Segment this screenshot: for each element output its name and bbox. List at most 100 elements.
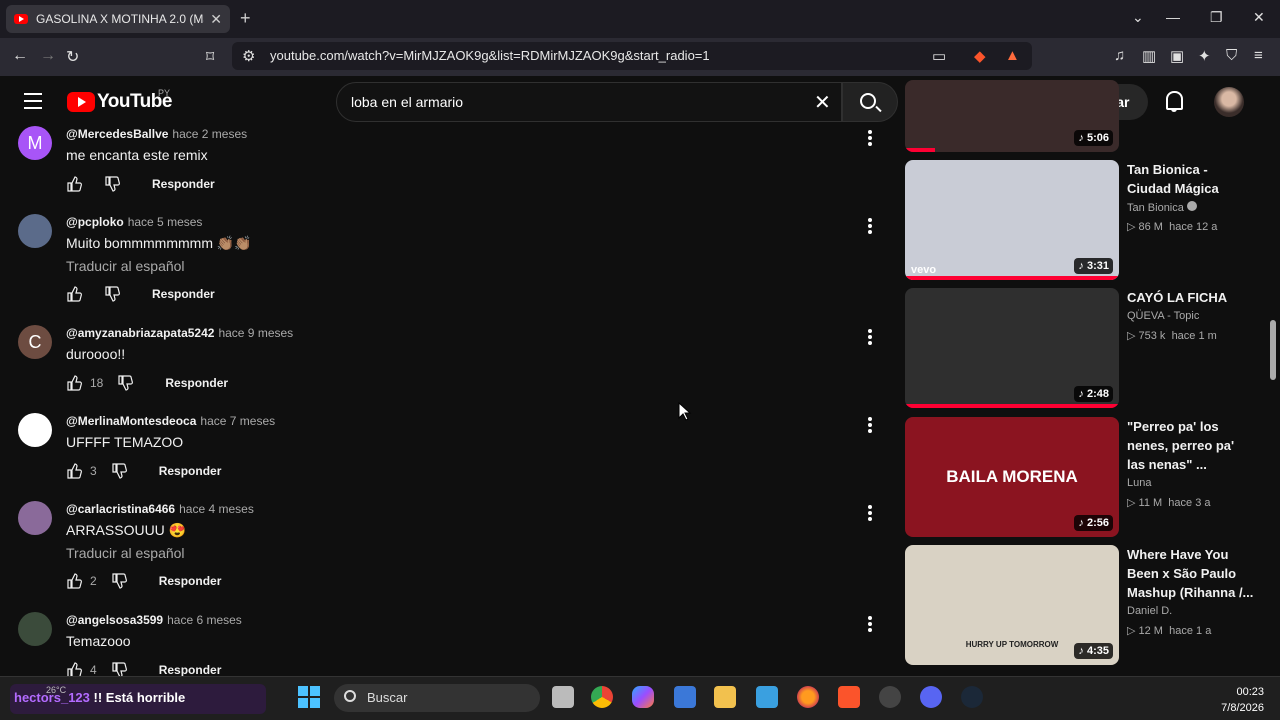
dislike-icon[interactable] (111, 573, 127, 589)
reply-button[interactable]: Responder (159, 574, 222, 588)
menu-icon[interactable]: ≡ (1254, 47, 1263, 64)
related-video-item[interactable]: HURRY UP TOMORROW ♪ 4:35 Where Have You … (905, 545, 1265, 665)
comment-options-icon[interactable] (868, 329, 872, 347)
reply-button[interactable]: Responder (159, 663, 222, 677)
search-button[interactable] (842, 82, 898, 122)
video-thumbnail[interactable]: vevo ♪ 3:31 (905, 160, 1119, 280)
related-video-item[interactable]: ♪ 2:48 CAYÓ LA FICHA QÜEVA - Topic ▷ 753… (905, 288, 1265, 408)
commenter-avatar[interactable] (18, 413, 52, 447)
comment-time[interactable]: hace 6 meses (167, 613, 242, 627)
author-handle[interactable]: @pcploko (66, 215, 124, 229)
brave-rewards-icon[interactable]: ▲ (1005, 47, 1020, 64)
comment-time[interactable]: hace 5 meses (128, 215, 203, 229)
task-view-icon[interactable] (552, 686, 574, 708)
comment-author[interactable]: @amyzanabriazapata5242 hace 9 meses (66, 326, 293, 340)
video-thumbnail[interactable]: HURRY UP TOMORROW ♪ 4:35 (905, 545, 1119, 665)
new-tab-icon[interactable]: + (240, 8, 251, 29)
commenter-avatar[interactable]: M (18, 126, 52, 160)
calculator-icon[interactable] (674, 686, 696, 708)
like-icon[interactable] (66, 286, 82, 302)
commenter-avatar[interactable] (18, 612, 52, 646)
steam-icon[interactable] (961, 686, 983, 708)
back-icon[interactable]: ← (12, 47, 28, 65)
dislike-icon[interactable] (104, 176, 120, 192)
reply-button[interactable]: Responder (159, 464, 222, 478)
channel-name[interactable]: Tan Bionica (1127, 201, 1197, 214)
channel-name[interactable]: Luna (1127, 477, 1151, 489)
brave-icon[interactable] (838, 686, 860, 708)
video-title[interactable]: CAYÓ LA FICHA (1127, 288, 1255, 307)
comment-author[interactable]: @MercedesBallve hace 2 meses (66, 127, 247, 141)
related-video-item[interactable]: ♪ 5:06 (905, 80, 1265, 152)
close-window-icon[interactable]: ✕ (1253, 9, 1265, 26)
comment-options-icon[interactable] (868, 417, 872, 435)
chrome-icon[interactable] (591, 686, 613, 708)
file-explorer-icon[interactable] (714, 686, 736, 708)
video-title[interactable]: Tan Bionica - Ciudad Mágica (1127, 160, 1255, 198)
comment-time[interactable]: hace 7 meses (200, 414, 275, 428)
author-handle[interactable]: @MerlinaMontesdeoca (66, 414, 196, 428)
channel-name-text[interactable]: Luna (1127, 477, 1151, 489)
copilot-icon[interactable] (632, 686, 654, 708)
media-icon[interactable]: ♫ (1114, 47, 1125, 64)
like-icon[interactable] (66, 463, 82, 479)
hamburger-menu-icon[interactable] (24, 93, 42, 114)
like-icon[interactable] (66, 176, 82, 192)
channel-name-text[interactable]: QÜEVA - Topic (1127, 310, 1199, 322)
brave-shields-icon[interactable]: ◆ (974, 47, 986, 65)
site-info-icon[interactable]: ⚙ (242, 47, 255, 65)
dislike-icon[interactable] (104, 286, 120, 302)
video-thumbnail[interactable]: BAILA MORENA ♪ 2:56 (905, 417, 1119, 537)
cast-icon[interactable]: ▭ (932, 47, 946, 65)
bookmark-icon[interactable]: ⌑ (206, 47, 214, 67)
clear-search-icon[interactable]: ✕ (814, 90, 831, 115)
minimize-icon[interactable]: — (1166, 9, 1180, 25)
notepad-icon[interactable] (756, 686, 778, 708)
sidebar-icon[interactable]: ▥ (1142, 47, 1156, 65)
related-video-item[interactable]: BAILA MORENA ♪ 2:56 "Perreo pa' los nene… (905, 417, 1265, 537)
taskbar-search[interactable] (334, 684, 540, 712)
author-handle[interactable]: @carlacristina6466 (66, 502, 175, 516)
channel-name[interactable]: QÜEVA - Topic (1127, 310, 1199, 322)
channel-name-text[interactable]: Daniel D. (1127, 605, 1172, 617)
commenter-avatar[interactable] (18, 501, 52, 535)
commenter-avatar[interactable] (18, 214, 52, 248)
like-icon[interactable] (66, 375, 82, 391)
comment-time[interactable]: hace 2 meses (172, 127, 247, 141)
channel-name-text[interactable]: Tan Bionica (1127, 202, 1184, 214)
commenter-avatar[interactable]: C (18, 325, 52, 359)
obs-icon[interactable] (879, 686, 901, 708)
vpn-icon[interactable]: ⛉ (1226, 47, 1237, 64)
author-handle[interactable]: @angelsosa3599 (66, 613, 163, 627)
close-tab-icon[interactable]: ✕ (210, 11, 222, 28)
related-video-item[interactable]: vevo ♪ 3:31 Tan Bionica - Ciudad Mágica … (905, 160, 1265, 280)
dislike-icon[interactable] (117, 375, 134, 391)
comment-time[interactable]: hace 9 meses (218, 326, 293, 340)
forward-icon[interactable]: → (40, 47, 56, 65)
reply-button[interactable]: Responder (165, 376, 228, 390)
comment-author[interactable]: @angelsosa3599 hace 6 meses (66, 613, 242, 627)
video-thumbnail[interactable]: ♪ 5:06 (905, 80, 1119, 152)
comment-options-icon[interactable] (868, 505, 872, 523)
comment-options-icon[interactable] (868, 616, 872, 634)
comment-author[interactable]: @MerlinaMontesdeoca hace 7 meses (66, 414, 275, 428)
reply-button[interactable]: Responder (152, 177, 215, 191)
browser-tab[interactable]: GASOLINA X MOTINHA 2.0 (Mas ✕ (6, 5, 230, 33)
video-thumbnail[interactable]: ♪ 2:48 (905, 288, 1119, 408)
comment-options-icon[interactable] (868, 130, 872, 148)
channel-name[interactable]: Daniel D. (1127, 605, 1172, 617)
reload-icon[interactable]: ↻ (66, 47, 79, 67)
tab-list-icon[interactable]: ⌄ (1132, 9, 1144, 26)
video-title[interactable]: "Perreo pa' los nenes, perreo pa' las ne… (1127, 417, 1255, 474)
taskbar-clock[interactable]: 00:23 7/8/2026 (1200, 684, 1264, 716)
translate-link[interactable]: Traducir al español (66, 545, 185, 561)
like-icon[interactable] (66, 573, 82, 589)
comment-author[interactable]: @pcploko hace 5 meses (66, 215, 202, 229)
dislike-icon[interactable] (111, 463, 127, 479)
author-handle[interactable]: @amyzanabriazapata5242 (66, 326, 214, 340)
maximize-icon[interactable]: ❐ (1210, 9, 1223, 26)
comment-author[interactable]: @carlacristina6466 hace 4 meses (66, 502, 254, 516)
wallet-icon[interactable]: ▣ (1170, 47, 1184, 65)
leo-ai-icon[interactable]: ✦ (1198, 47, 1211, 65)
comment-time[interactable]: hace 4 meses (179, 502, 254, 516)
